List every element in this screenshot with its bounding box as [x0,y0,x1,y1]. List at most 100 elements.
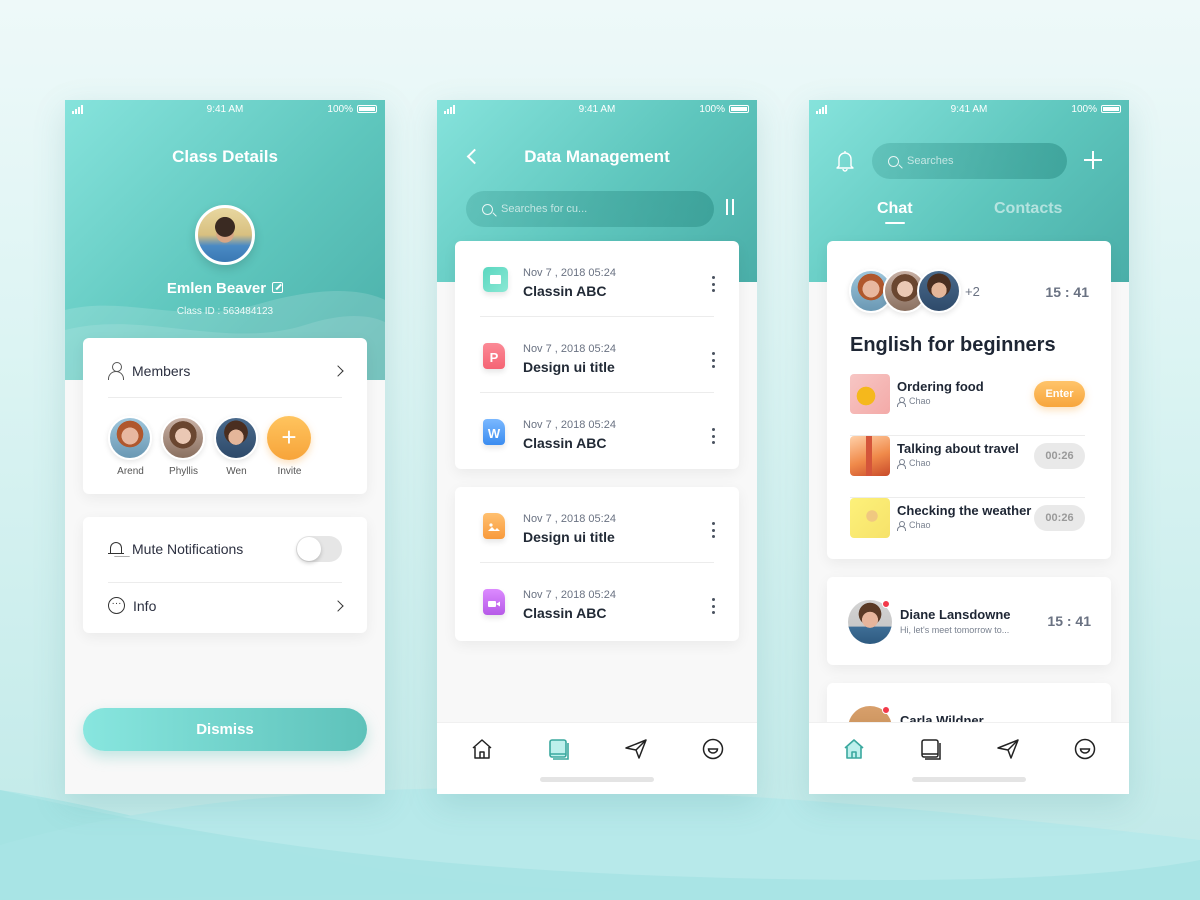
tab-profile[interactable] [701,737,725,761]
dismiss-button[interactable]: Dismiss [83,708,367,751]
folder-icon [483,267,508,292]
lesson-title: Talking about travel [897,441,1019,456]
user-name-text: Emlen Beaver [166,280,267,297]
more-options-icon[interactable] [711,276,715,292]
enter-button[interactable]: Enter [1034,381,1085,407]
timer-badge: 00:26 [1034,505,1085,531]
file-date: Nov 7 , 2018 05:24 [523,589,616,601]
file-title: Design ui title [523,529,615,545]
lesson-item[interactable]: Talking about travel Chao 00:26 [850,436,1085,498]
invite-label: Invite [277,466,302,477]
lesson-item[interactable]: Ordering food Chao Enter [850,374,1085,436]
member-item[interactable]: Phyllis [161,416,206,477]
tab-bar [809,722,1129,794]
search-icon [482,203,493,215]
status-bar: 9:41 AM 100% [809,100,1129,120]
invite-item[interactable]: + Invite [267,416,312,477]
chevron-right-icon [332,364,344,377]
powerpoint-file-icon: P [483,343,505,369]
timer-badge: 00:26 [1034,443,1085,469]
sort-icon[interactable] [723,198,737,216]
divider [108,397,342,398]
file-item[interactable]: P Nov 7 , 2018 05:24 Design ui title [455,317,739,393]
invite-button[interactable]: + [267,416,311,460]
chevron-right-icon [332,599,344,612]
data-management-screen: 9:41 AM 100% Data Management Nov 7 , 201… [437,100,757,794]
class-members-avatars [849,269,961,313]
notifications-bell-icon[interactable] [835,150,855,172]
tab-home[interactable] [842,737,866,761]
class-card[interactable]: +2 15 : 41 English for beginners Orderin… [827,241,1111,559]
search-bar [466,191,714,227]
file-item[interactable]: Nov 7 , 2018 05:24 Design ui title [455,487,739,563]
file-item[interactable]: W Nov 7 , 2018 05:24 Classin ABC [455,393,739,469]
info-row[interactable]: Info [108,597,344,614]
lesson-thumbnail [850,498,890,538]
file-group-card: Nov 7 , 2018 05:24 Design ui title Nov 7… [455,487,739,641]
member-avatar [161,416,205,460]
page-title: Data Management [524,147,670,166]
word-file-icon: W [483,419,505,445]
add-user-icon [108,362,124,380]
tab-library[interactable] [547,737,571,761]
class-time: 15 : 41 [1045,284,1089,300]
search-input[interactable] [907,155,1047,167]
members-row[interactable]: Members [108,362,344,380]
user-name: Emlen Beaver [65,280,385,297]
file-date: Nov 7 , 2018 05:24 [523,267,616,279]
bell-icon [108,541,124,558]
more-options-icon[interactable] [711,352,715,368]
tab-library[interactable] [919,737,943,761]
smiley-icon [702,738,724,760]
file-item[interactable]: Nov 7 , 2018 05:24 Classin ABC [455,241,739,317]
home-icon [472,739,492,759]
file-item[interactable]: Nov 7 , 2018 05:24 Classin ABC [455,563,739,639]
edit-icon[interactable] [272,282,284,293]
lesson-title: Checking the weather [897,503,1032,518]
more-options-icon[interactable] [711,598,715,614]
member-name: Phyllis [169,466,198,477]
member-avatar [214,416,258,460]
home-indicator [540,777,654,782]
member-item[interactable]: Wen [214,416,259,477]
divider [108,582,342,583]
more-options-icon[interactable] [711,522,715,538]
members-card: Members Arend Phyllis Wen + Invite [83,338,367,494]
lesson-thumbnail [850,374,890,414]
home-icon [844,739,864,759]
member-name: Arend [117,466,144,477]
status-bar: 9:41 AM 100% [65,100,385,120]
tab-chat[interactable]: Chat [877,200,913,218]
paper-plane-icon [997,739,1019,759]
member-item[interactable]: Arend [108,416,153,477]
battery-icon [1101,105,1121,113]
contact-time: 15 : 41 [1047,613,1091,629]
tab-contacts[interactable]: Contacts [994,200,1062,218]
more-options-icon[interactable] [711,428,715,444]
tab-bar [437,722,757,794]
mute-notifications-toggle[interactable] [296,536,342,562]
lesson-item[interactable]: Checking the weather Chao 00:26 [850,498,1085,560]
profile-avatar[interactable] [195,205,255,265]
lesson-author-name: Chao [909,396,931,406]
info-label: Info [133,597,157,614]
active-tab-indicator [885,222,905,224]
tab-send[interactable] [624,737,648,761]
contact-item[interactable]: Diane Lansdowne Hi, let's meet tomorrow … [827,577,1111,665]
tab-send[interactable] [996,737,1020,761]
lesson-author: Chao [897,458,931,469]
info-chat-icon [108,597,125,614]
member-name: Wen [226,466,247,477]
add-icon[interactable] [1084,151,1102,169]
page-title: Class Details [172,147,278,166]
tab-profile[interactable] [1073,737,1097,761]
class-title: English for beginners [850,334,1056,356]
tab-home[interactable] [470,737,494,761]
paper-plane-icon [625,739,647,759]
file-title: Classin ABC [523,283,607,299]
class-details-screen: 9:41 AM 100% Class Details Emlen Beaver … [65,100,385,794]
user-icon [897,458,906,469]
search-input[interactable] [501,203,681,215]
settings-card: Mute Notifications Info [83,517,367,633]
lesson-author-name: Chao [909,520,931,530]
